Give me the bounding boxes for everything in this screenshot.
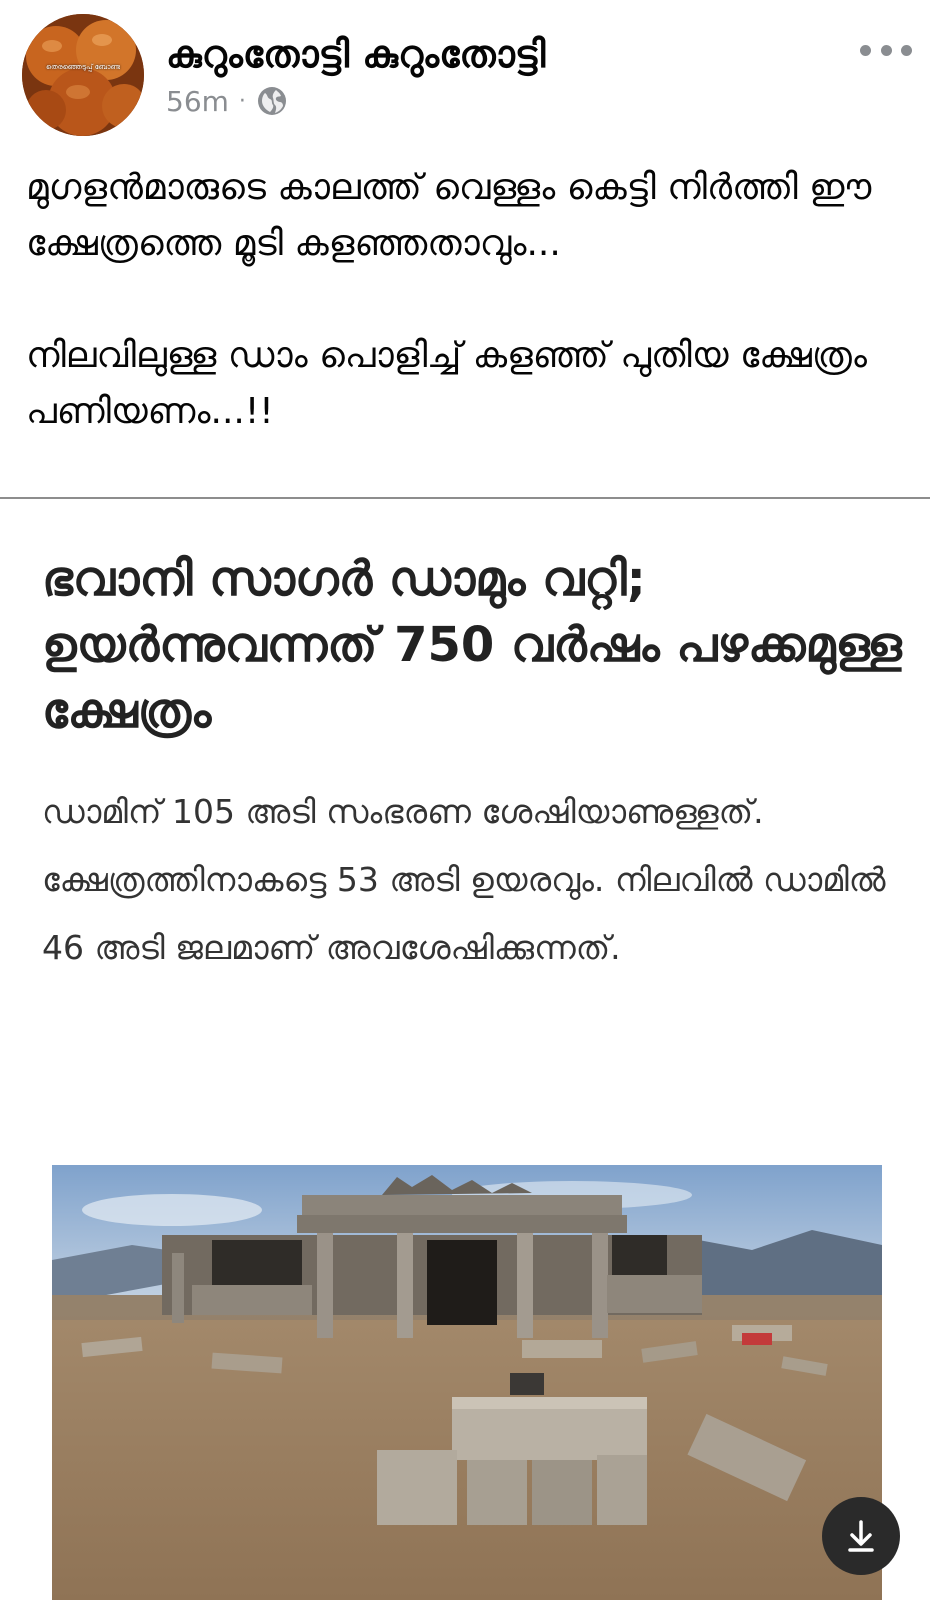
author-name[interactable]: കുറുംതോട്ടി കുറുംതോട്ടി [166, 32, 545, 77]
more-dot [860, 44, 871, 56]
download-arrow-icon [848, 1520, 874, 1552]
post-header: തെരഞ്ഞെടുപ്പ് ബോണ്ട കുറുംതോട്ടി കുറുംതോട… [0, 0, 950, 140]
article-headline[interactable]: ഭവാനി സാഗർ ഡാമും വറ്റി; ഉയർന്നുവന്നത് 75… [42, 546, 902, 744]
avatar-image [22, 14, 144, 136]
article-summary: ഡാമിന് 105 അടി സംഭരണ ശേഷിയാണുള്ളത്. ക്ഷേ… [42, 792, 886, 967]
post-timestamp[interactable]: 56m [166, 85, 229, 118]
download-button[interactable] [822, 1497, 900, 1575]
post-text: മുഗളൻമാരുടെ കാലത്ത് വെള്ളം കെട്ടി നിർത്ത… [26, 160, 906, 440]
more-options-button[interactable] [860, 34, 912, 66]
globe-icon [256, 85, 288, 117]
avatar-caption: തെരഞ്ഞെടുപ്പ് ബോണ്ട [46, 63, 120, 71]
post-paragraph: മുഗളൻമാരുടെ കാലത്ത് വെള്ളം കെട്ടി നിർത്ത… [26, 167, 872, 264]
article-image[interactable] [52, 1165, 882, 1600]
post-meta: 56m · [166, 84, 288, 118]
divider [0, 497, 930, 499]
avatar[interactable]: തെരഞ്ഞെടുപ്പ് ബോണ്ട [22, 14, 144, 136]
meta-separator: · [238, 88, 246, 114]
post-paragraph: നിലവിലുള്ള ഡാം പൊളിച്ച് കളഞ്ഞ് പുതിയ ക്ഷ… [26, 335, 867, 432]
more-dot [880, 44, 892, 56]
more-dot [901, 44, 912, 56]
